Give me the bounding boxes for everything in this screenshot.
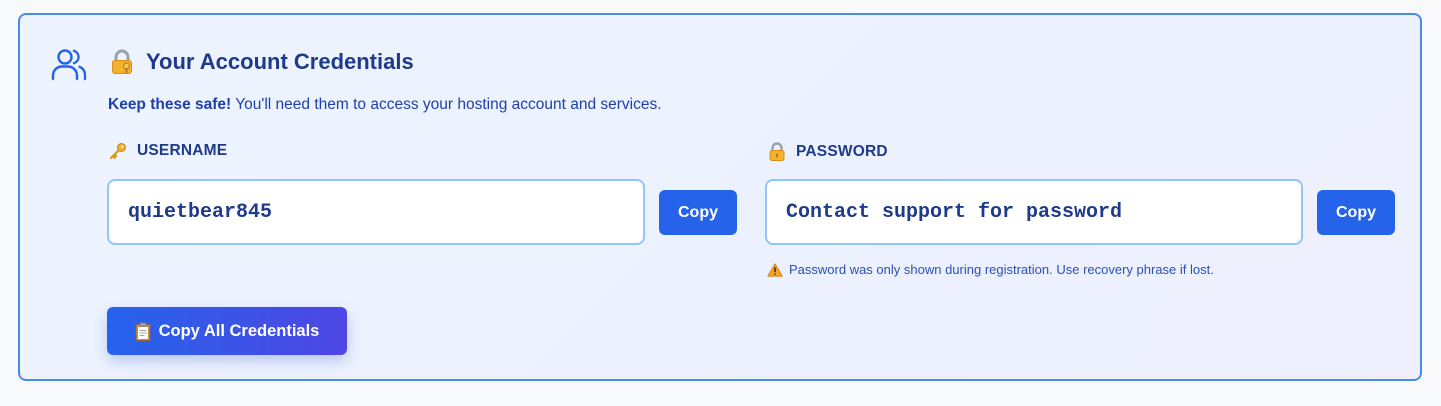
subtitle-emphasis: Keep these safe! [108,96,232,113]
clipboard-icon [135,322,151,341]
lock-icon [768,142,786,161]
copy-password-button[interactable]: Copy [1317,190,1395,235]
password-label: PASSWORD [768,142,888,161]
password-warning: Password was only shown during registrat… [767,262,1214,277]
credentials-card: Your Account Credentials Keep these safe… [18,13,1422,381]
users-icon [50,45,88,83]
key-icon [109,142,127,160]
locked-with-key-icon [110,49,134,75]
password-field[interactable]: Contact support for password [765,179,1303,245]
copy-all-label: Copy All Credentials [158,321,320,340]
card-title: Your Account Credentials [146,49,414,74]
subtitle-text: You'll need them to access your hosting … [231,96,662,113]
username-field[interactable]: quietbear845 [107,179,645,245]
copy-username-button[interactable]: Copy [659,190,737,235]
warning-icon [767,262,783,277]
copy-all-credentials-button[interactable]: Copy All Credentials [107,307,347,355]
card-header: Your Account Credentials [110,49,414,75]
card-subtitle: Keep these safe! You'll need them to acc… [108,96,662,114]
username-label-text: USERNAME [137,142,228,159]
password-label-text: PASSWORD [796,142,888,160]
password-warning-text: Password was only shown during registrat… [789,262,1214,277]
username-label: USERNAME [109,142,227,160]
